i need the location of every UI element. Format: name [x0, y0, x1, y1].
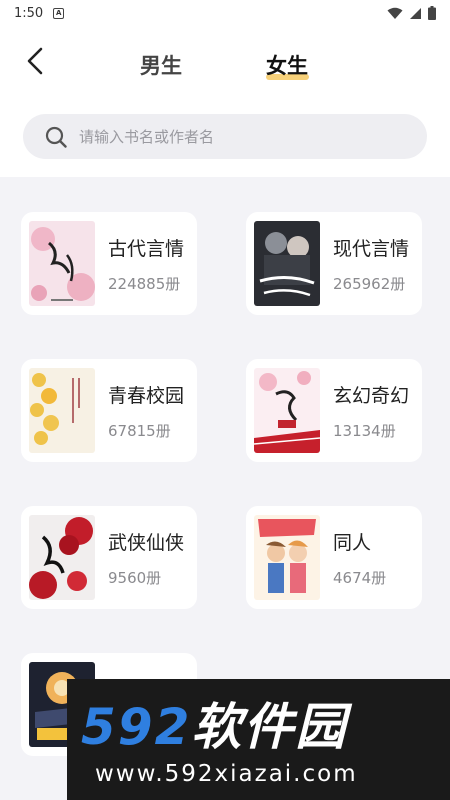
- book-cover: [29, 515, 95, 600]
- book-cover: [254, 515, 320, 600]
- watermark-url: www.592xiazai.com: [95, 761, 358, 787]
- category-count: 67815册: [108, 422, 171, 440]
- book-cover: [254, 221, 320, 306]
- signal-icon: [410, 7, 421, 19]
- category-card-fanfic[interactable]: 同人 4674册: [246, 506, 422, 609]
- tab-female[interactable]: 女生: [266, 50, 308, 80]
- search-input[interactable]: [79, 127, 379, 146]
- status-bar: 1:50 A: [0, 0, 450, 26]
- category-title: 武侠仙侠: [108, 532, 185, 554]
- status-time: 1:50: [14, 5, 44, 21]
- category-title: 青春校园: [108, 385, 185, 407]
- category-count: 265962册: [333, 275, 406, 293]
- category-title: 玄幻奇幻: [333, 385, 410, 407]
- search-bar[interactable]: [23, 114, 427, 159]
- category-count: 9560册: [108, 569, 162, 587]
- category-title: 古代言情: [108, 238, 185, 260]
- category-count: 13134册: [333, 422, 396, 440]
- watermark-banner: 592软件园 www.592xiazai.com: [67, 679, 450, 800]
- status-icons: [387, 6, 436, 20]
- chevron-left-icon: [27, 47, 43, 75]
- category-card-wuxia[interactable]: 武侠仙侠 9560册: [21, 506, 197, 609]
- book-cover: [254, 368, 320, 453]
- book-cover: [29, 221, 95, 306]
- category-title: 现代言情: [333, 238, 410, 260]
- category-count: 4674册: [333, 569, 387, 587]
- back-button[interactable]: [20, 44, 50, 78]
- book-cover: [29, 368, 95, 453]
- category-title: 同人: [333, 532, 372, 554]
- wifi-icon: [387, 7, 403, 19]
- tab-male[interactable]: 男生: [140, 50, 182, 80]
- category-card-youth-campus[interactable]: 青春校园 67815册: [21, 359, 197, 462]
- category-count: 224885册: [108, 275, 181, 293]
- category-card-modern-romance[interactable]: 现代言情 265962册: [246, 212, 422, 315]
- category-card-ancient-romance[interactable]: 古代言情 224885册: [21, 212, 197, 315]
- watermark-brand: 592软件园: [81, 698, 348, 756]
- battery-icon: [428, 6, 436, 20]
- a-icon: A: [53, 7, 65, 19]
- category-card-fantasy[interactable]: 玄幻奇幻 13134册: [246, 359, 422, 462]
- search-icon: [45, 126, 67, 148]
- header: 男生 女生: [0, 26, 450, 96]
